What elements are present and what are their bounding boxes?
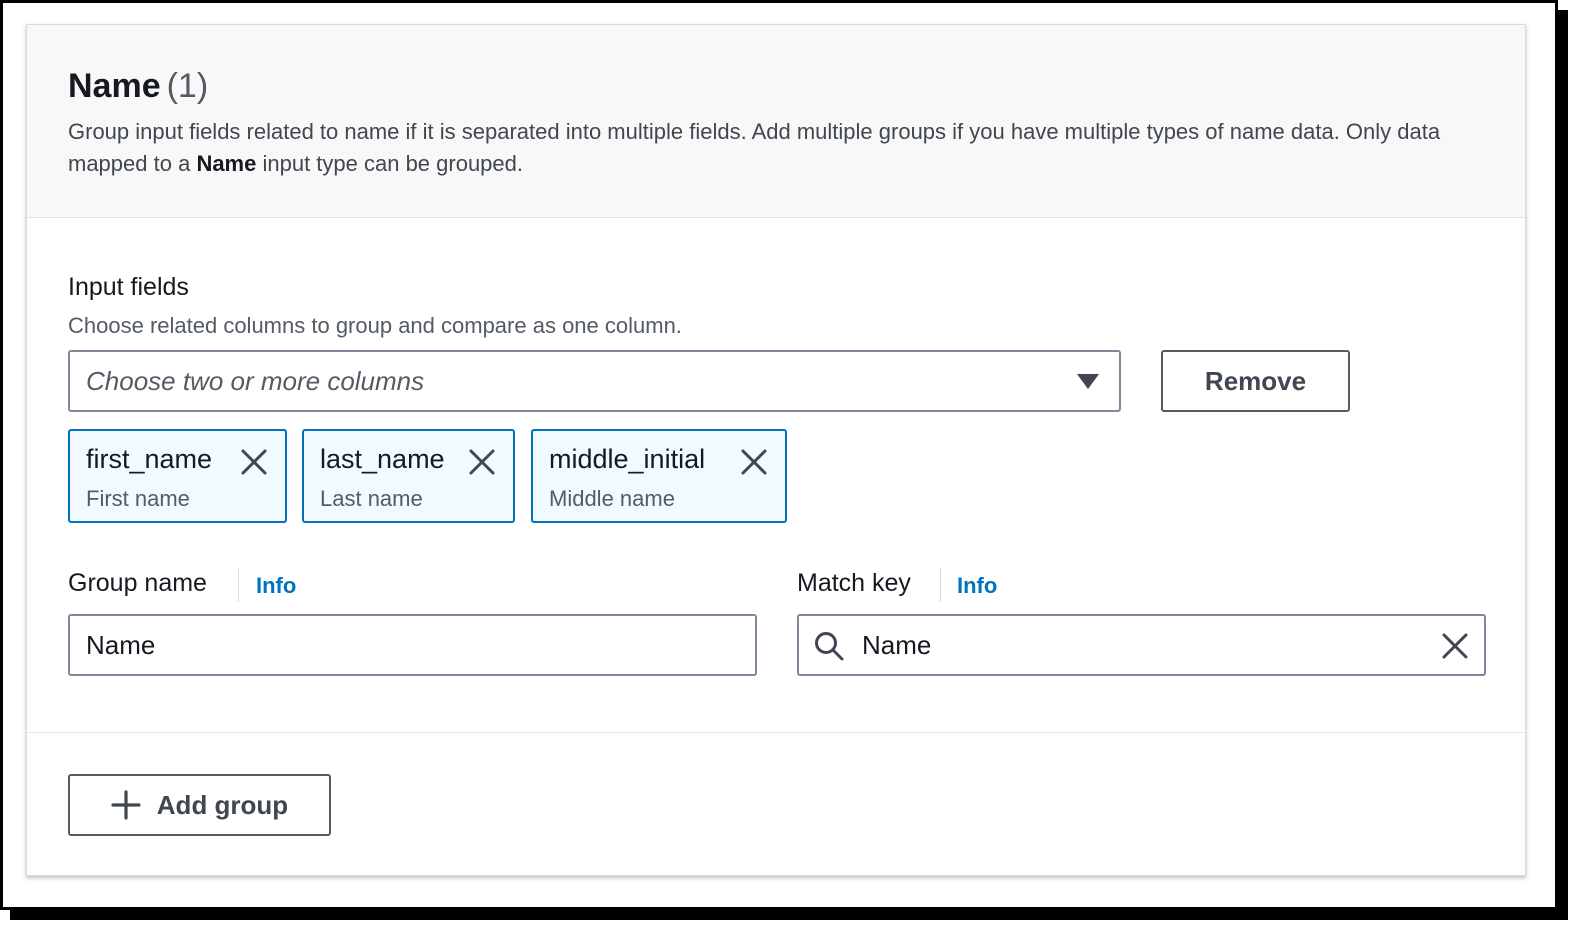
- columns-multiselect[interactable]: Choose two or more columns: [68, 350, 1121, 412]
- group-name-label: Group name: [68, 569, 207, 597]
- group-count: (1): [166, 67, 209, 105]
- close-icon[interactable]: [739, 447, 769, 477]
- match-key-label: Match key: [797, 569, 911, 597]
- token-description: Middle name: [549, 486, 675, 511]
- name-group-panel: Name (1) Group input fields related to na…: [26, 24, 1526, 876]
- panel-description: Group input fields related to name if it…: [68, 116, 1488, 180]
- close-icon[interactable]: [467, 447, 497, 477]
- section-divider: [27, 732, 1525, 733]
- match-key-search-input[interactable]: Name: [797, 614, 1486, 676]
- token-description: First name: [86, 486, 190, 511]
- close-icon[interactable]: [1440, 631, 1470, 661]
- group-name-input[interactable]: Name: [68, 614, 757, 676]
- columns-placeholder: Choose two or more columns: [86, 366, 425, 396]
- token-description: Last name: [320, 486, 423, 511]
- label-divider: [238, 568, 239, 602]
- label-divider: [940, 568, 941, 602]
- panel-title-text: Name: [68, 67, 161, 105]
- token-name: last_name: [320, 444, 445, 474]
- group-name-info-link[interactable]: Info: [256, 573, 296, 599]
- close-icon[interactable]: [239, 447, 269, 477]
- match-key-value: Name: [862, 630, 932, 660]
- token-middle-initial: middle_initial Middle name: [531, 429, 787, 523]
- token-first-name: first_name First name: [68, 429, 287, 523]
- description-bold-text: Name: [196, 151, 257, 176]
- token-name: first_name: [86, 444, 213, 474]
- input-fields-label: Input fields: [68, 273, 189, 301]
- caret-down-icon[interactable]: [1077, 374, 1099, 389]
- group-name-value: Name: [86, 630, 156, 660]
- add-group-label: Add group: [156, 789, 289, 820]
- remove-button[interactable]: Remove: [1161, 350, 1350, 412]
- screenshot-frame: Name (1) Group input fields related to na…: [0, 0, 1558, 910]
- panel-title: Name (1): [68, 67, 208, 106]
- plus-icon: [111, 790, 141, 820]
- token-last-name: last_name Last name: [302, 429, 515, 523]
- token-name: middle_initial: [549, 444, 706, 474]
- panel-header: Name (1) Group input fields related to na…: [27, 25, 1525, 218]
- input-fields-description: Choose related columns to group and comp…: [68, 313, 682, 338]
- description-text-end: input type can be grouped.: [256, 151, 524, 176]
- match-key-info-link[interactable]: Info: [957, 573, 997, 599]
- search-icon: [813, 630, 845, 662]
- add-group-button[interactable]: Add group: [68, 774, 331, 836]
